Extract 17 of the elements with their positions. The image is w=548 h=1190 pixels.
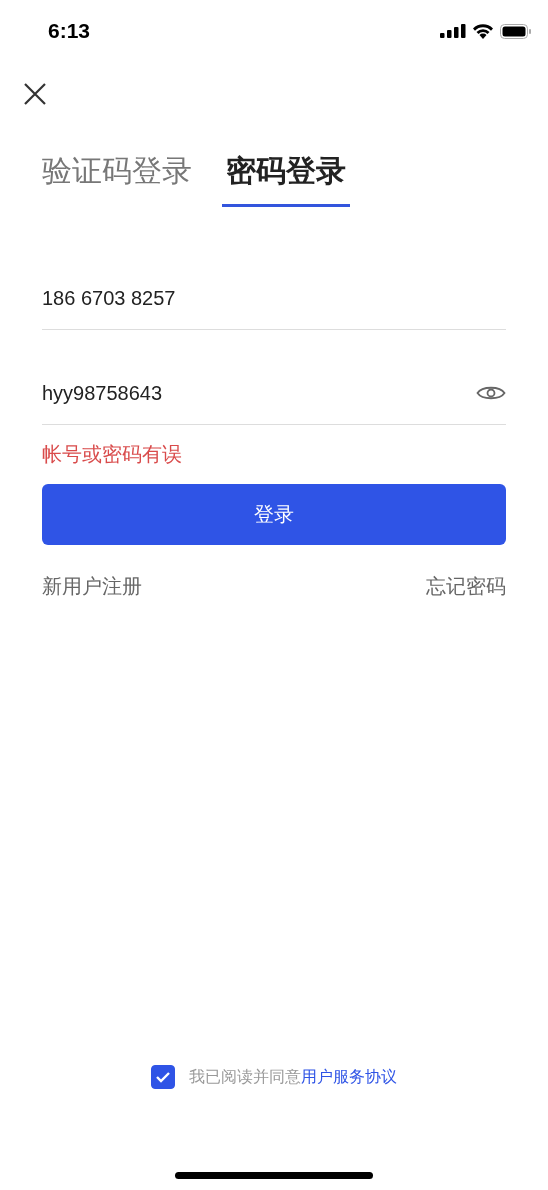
agreement-text: 我已阅读并同意用户服务协议 bbox=[189, 1066, 397, 1088]
close-button[interactable] bbox=[22, 81, 48, 107]
agreement-checkbox[interactable] bbox=[151, 1065, 175, 1089]
status-time: 6:13 bbox=[48, 19, 91, 43]
register-link[interactable]: 新用户注册 bbox=[42, 573, 142, 600]
phone-field[interactable]: 186 6703 8257 bbox=[42, 286, 506, 310]
password-field[interactable]: hyy98758643 bbox=[42, 381, 476, 405]
check-icon bbox=[155, 1071, 171, 1083]
login-button[interactable]: 登录 bbox=[42, 484, 506, 545]
user-agreement-link[interactable]: 用户服务协议 bbox=[301, 1066, 397, 1086]
forgot-password-link[interactable]: 忘记密码 bbox=[426, 573, 506, 600]
battery-icon bbox=[500, 23, 532, 39]
login-tab[interactable]: 验证码登录 bbox=[38, 151, 196, 207]
error-message: 帐号或密码有误 bbox=[42, 441, 183, 468]
login-tab[interactable]: 密码登录 bbox=[222, 151, 350, 207]
signal-icon bbox=[440, 24, 466, 38]
wifi-icon bbox=[472, 23, 494, 39]
